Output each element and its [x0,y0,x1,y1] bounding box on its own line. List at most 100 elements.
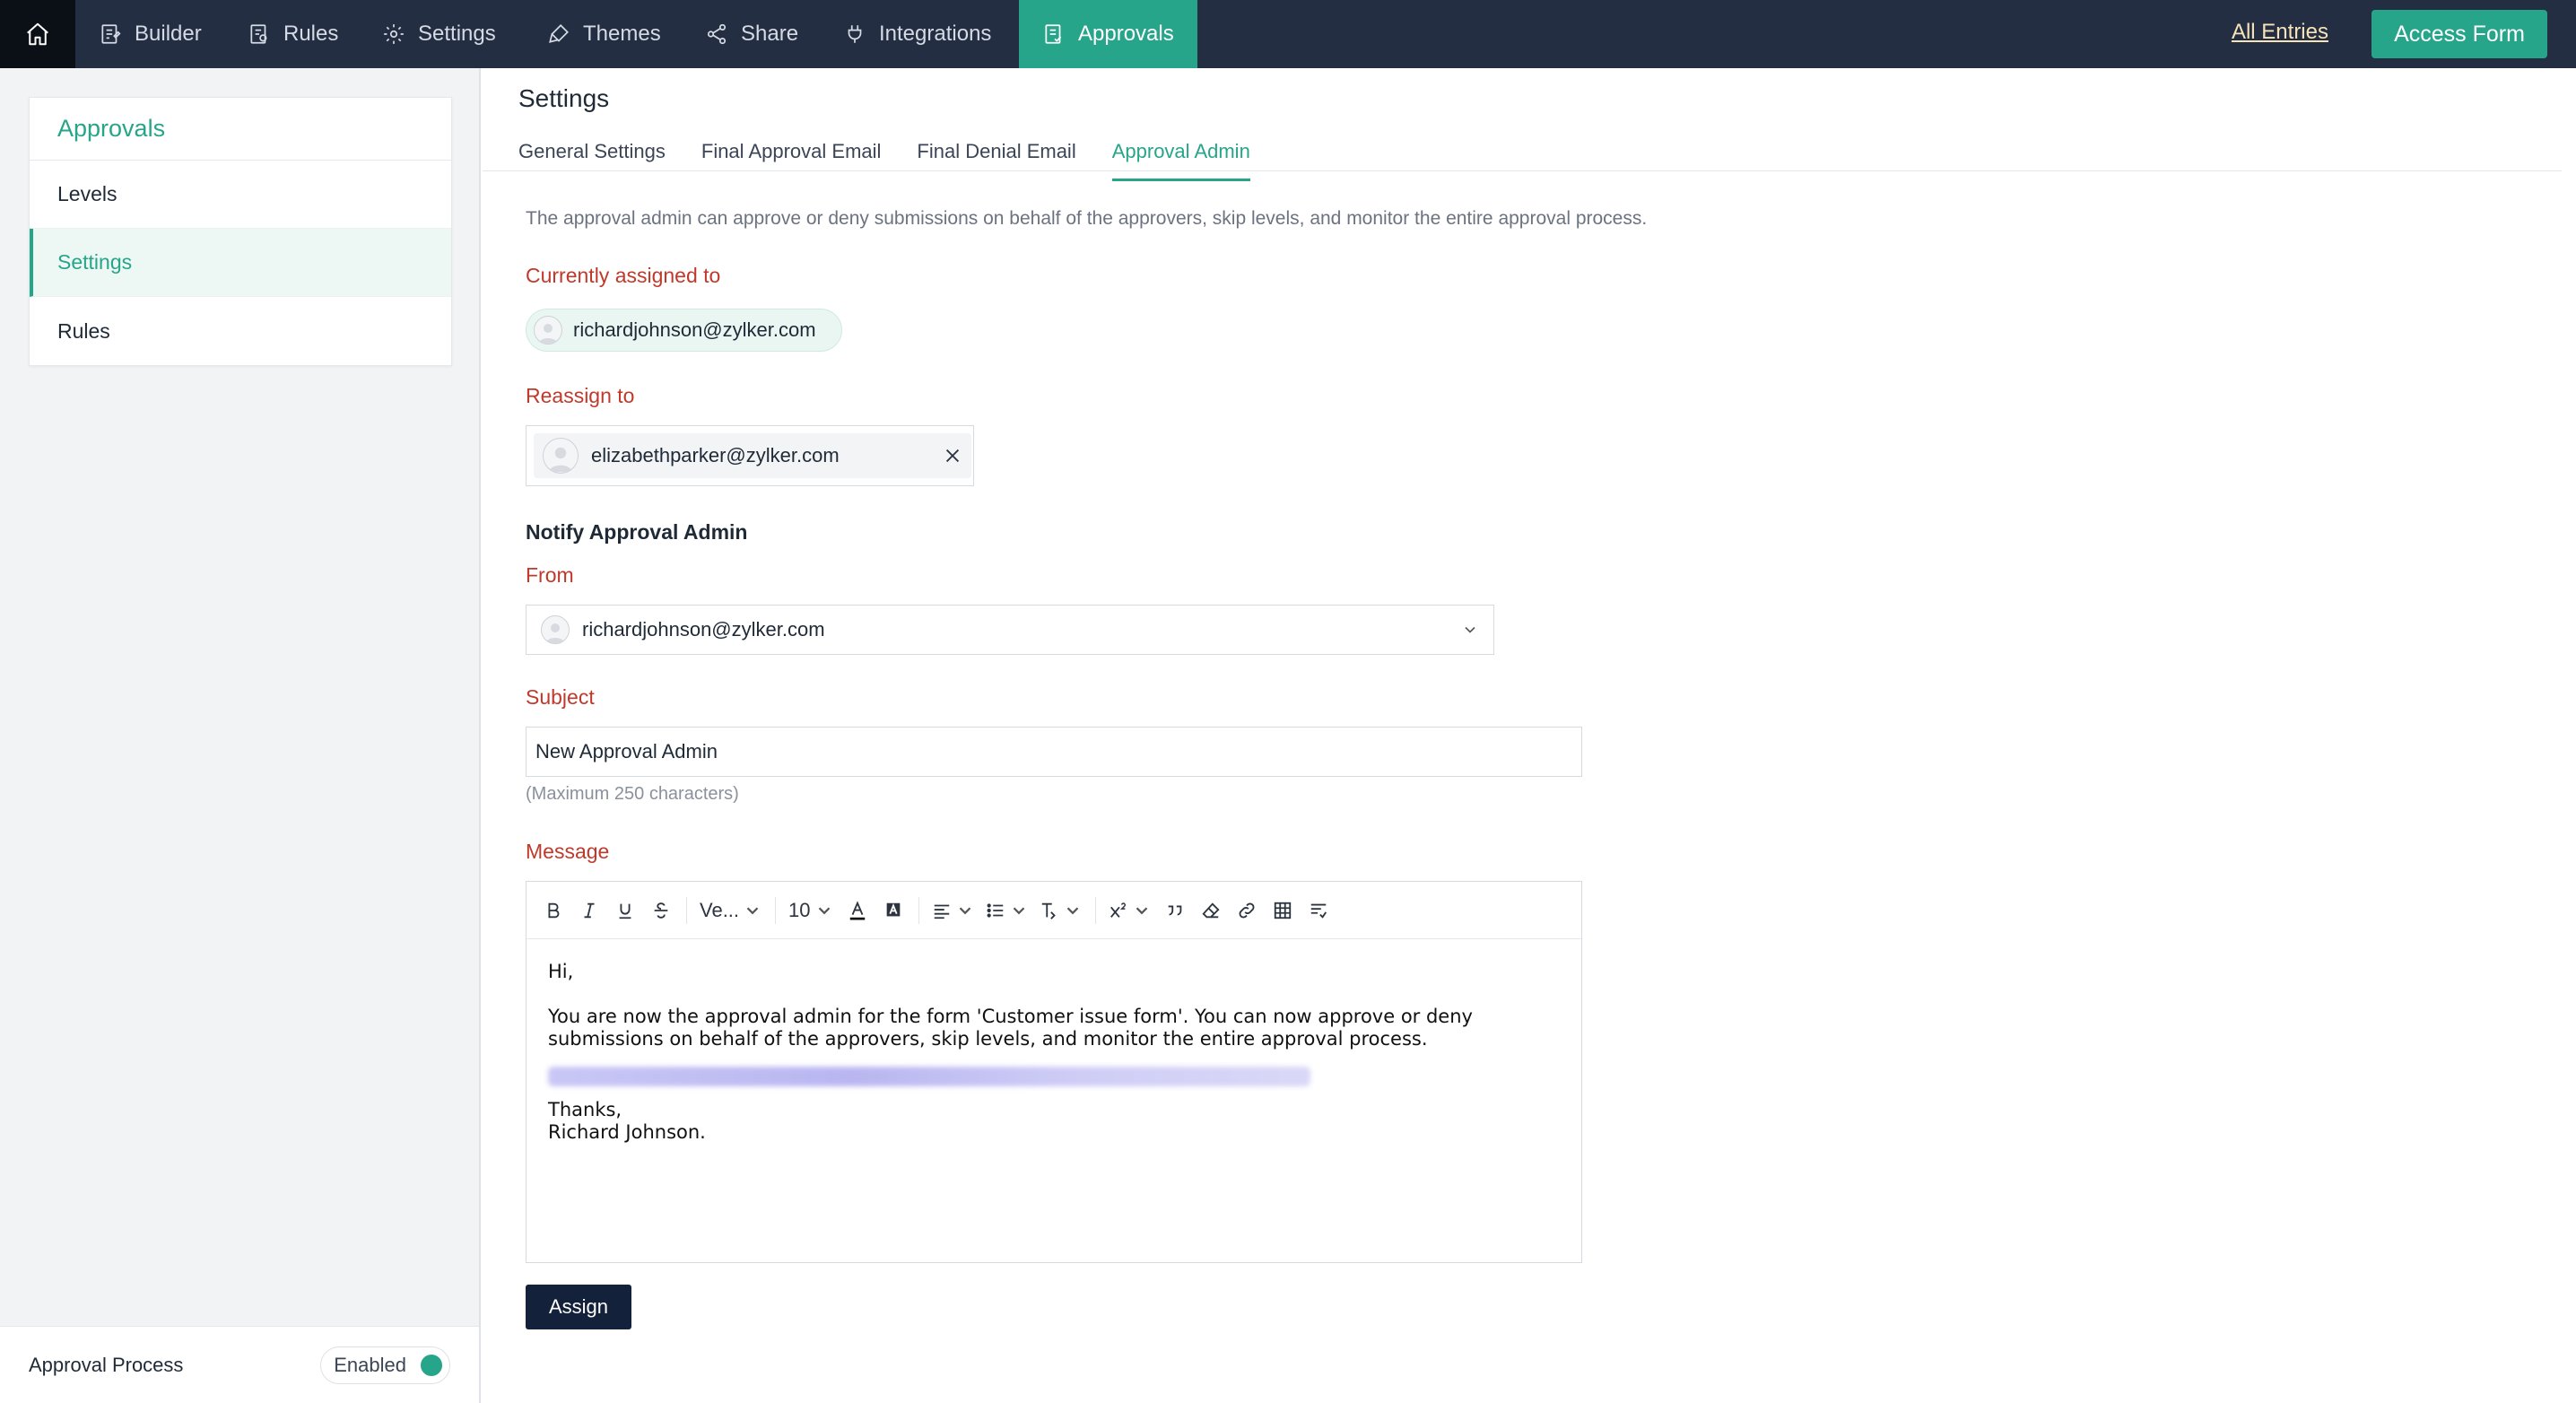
nav-settings-label: Settings [418,22,496,46]
avatar [534,316,562,344]
sidebar-title: Approvals [30,98,451,161]
italic-icon [584,902,595,918]
chevron-down-icon [746,906,759,914]
font-family-select[interactable]: Ve... [696,893,766,928]
font-size-select[interactable]: 10 [785,893,837,928]
from-email: richardjohnson@zylker.com [582,618,825,640]
subject-hint: (Maximum 250 characters) [526,784,739,804]
nav-integrations[interactable]: Integrations [820,0,1014,68]
chevron-down-icon [1013,906,1024,914]
text-color-icon [849,900,865,920]
indent-icon [1041,902,1056,919]
from-select[interactable]: richardjohnson@zylker.com [526,605,1494,655]
toolbar-divider [1094,896,1096,924]
chevron-down-icon [1136,906,1147,914]
access-form-button[interactable]: Access Form [2371,10,2547,58]
reassign-user-chip: elizabethparker@zylker.com [534,433,971,478]
strikethrough-button[interactable] [645,893,677,928]
link-icon [1239,902,1254,918]
sidebar: Approvals Levels Settings Rules Approval… [0,68,481,1403]
nav-share[interactable]: Share [682,0,822,68]
assign-button[interactable]: Assign [526,1285,631,1329]
text-color-button[interactable] [841,893,874,928]
share-icon [707,23,727,45]
underline-icon [619,903,631,919]
nav-themes-label: Themes [583,22,661,46]
list-button[interactable] [982,893,1032,928]
indent-button[interactable] [1036,893,1086,928]
message-label: Message [526,840,610,863]
text-direction-button[interactable] [1302,893,1335,928]
table-icon [1274,902,1291,919]
tab-approval-admin[interactable]: Approval Admin [1111,131,1250,181]
eraser-icon [1202,902,1220,918]
approval-admin-description: The approval admin can approve or deny s… [526,208,1648,229]
approval-process-label: Approval Process [29,1353,184,1376]
currently-assigned-label: Currently assigned to [526,264,721,287]
nav-approvals[interactable]: Approvals [1019,0,1197,68]
blockquote-button[interactable] [1159,893,1191,928]
nav-themes[interactable]: Themes [524,0,684,68]
underline-button[interactable] [609,893,641,928]
plug-icon [848,25,862,43]
home-button[interactable] [0,0,75,68]
current-admin-email: richardjohnson@zylker.com [573,318,816,341]
from-label: From [526,563,574,587]
reassign-label: Reassign to [526,384,635,407]
user-icon [546,623,564,643]
chevron-down-icon [818,906,830,914]
reassign-email: elizabethparker@zylker.com [591,444,840,466]
approvals-menu: Approvals Levels Settings Rules [29,97,452,366]
top-nav-bar: Builder Rules Settings Themes Share Inte… [0,0,2576,68]
toggle-status-text: Enabled [334,1353,406,1376]
nav-builder[interactable]: Builder [75,0,225,68]
chevron-down-icon [1465,626,1475,633]
italic-button[interactable] [573,893,605,928]
clear-format-button[interactable] [1195,893,1227,928]
nav-share-label: Share [741,22,799,46]
message-editor[interactable]: Ve... 10 Hi, You are now the approval ad… [526,881,1582,1263]
sidebar-item-settings[interactable]: Settings [30,229,451,297]
builder-icon [101,24,121,44]
align-button[interactable] [928,893,979,928]
bold-icon [548,902,560,918]
bold-button[interactable] [537,893,570,928]
highlight-color-button[interactable] [877,893,909,928]
superscript-button[interactable] [1105,893,1155,928]
tab-final-denial-email[interactable]: Final Denial Email [917,131,1075,181]
settings-tabs: General Settings Final Approval Email Fi… [518,131,1250,181]
nav-approvals-label: Approvals [1078,22,1174,46]
redacted-form-link [548,1067,1310,1086]
approval-process-toggle[interactable]: Enabled [320,1346,450,1384]
subject-input[interactable] [526,727,1582,777]
toolbar-divider [686,896,687,924]
sidebar-item-rules[interactable]: Rules [30,297,451,365]
insert-table-button[interactable] [1266,893,1299,928]
brush-icon [549,24,569,43]
toggle-knob [421,1354,442,1376]
message-body: You are now the approval admin for the f… [548,1006,1473,1050]
message-greeting: Hi, [548,961,574,982]
strikethrough-icon [654,902,668,919]
tab-final-approval-email[interactable]: Final Approval Email [701,131,882,181]
close-icon[interactable] [943,446,962,466]
gear-icon [384,24,404,44]
user-icon [549,447,572,473]
font-size-value: 10 [788,898,811,921]
sidebar-item-levels[interactable]: Levels [30,161,451,229]
message-closing: Thanks, Richard Johnson. [548,1099,706,1143]
nav-rules-label: Rules [283,22,339,46]
all-entries-link[interactable]: All Entries [2232,20,2328,45]
nav-settings[interactable]: Settings [359,0,519,68]
nav-integrations-label: Integrations [879,22,992,46]
align-left-icon [934,904,949,919]
user-icon [539,324,557,344]
reassign-field[interactable]: elizabethparker@zylker.com [526,425,974,486]
tab-general-settings[interactable]: General Settings [518,131,666,181]
chevron-down-icon [1066,906,1078,914]
font-family-value: Ve... [700,898,740,921]
insert-link-button[interactable] [1231,893,1263,928]
editor-content[interactable]: Hi, You are now the approval admin for t… [527,939,1581,1165]
nav-rules[interactable]: Rules [224,0,361,68]
text-direction-icon [1310,903,1327,919]
